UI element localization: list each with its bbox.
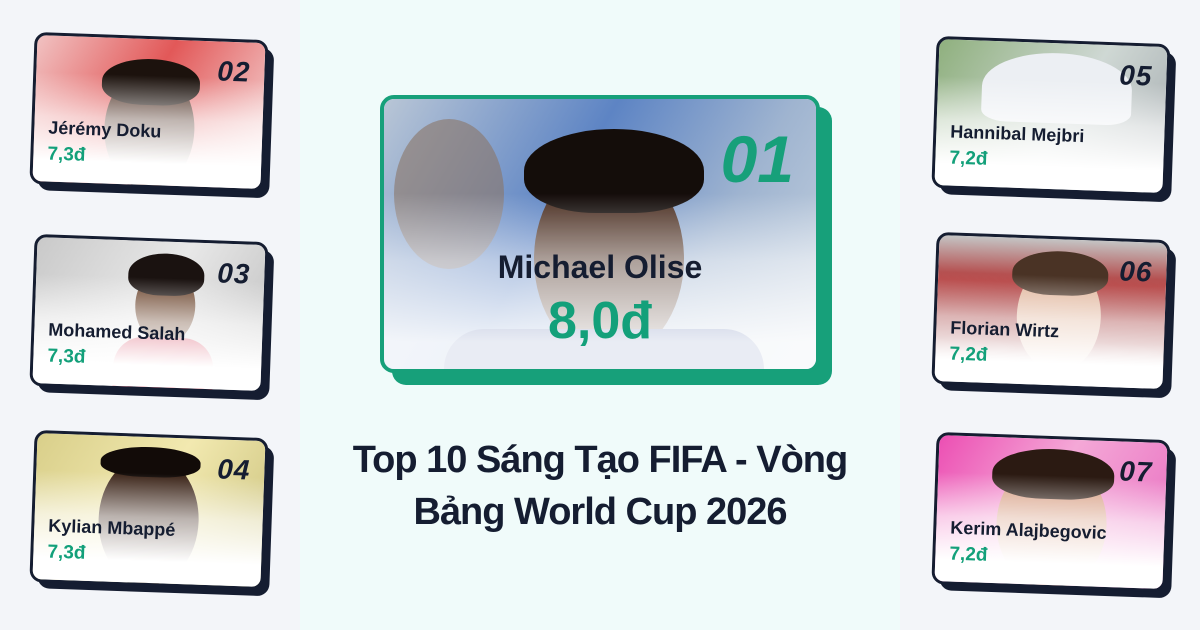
rank-number: 05	[1118, 59, 1153, 92]
player-name: Jérémy Doku	[48, 117, 162, 142]
player-score: 8,0đ	[547, 292, 653, 350]
card-face: 04 Kylian Mbappé 7,3đ	[29, 429, 269, 591]
player-card-06: 06 Florian Wirtz 7,2đ	[931, 231, 1177, 399]
player-card-04: 04 Kylian Mbappé 7,3đ	[29, 429, 275, 597]
card-face: 05 Hannibal Mejbri 7,2đ	[931, 35, 1171, 197]
player-card-05: 05 Hannibal Mejbri 7,2đ	[931, 35, 1177, 203]
card-face: 03 Mohamed Salah 7,3đ	[29, 233, 269, 395]
rank-number: 06	[1118, 255, 1153, 288]
player-name: Florian Wirtz	[950, 317, 1060, 342]
player-card-03: 03 Mohamed Salah 7,3đ	[29, 233, 275, 401]
card-face: 07 Kerim Alajbegovic 7,2đ	[931, 431, 1171, 593]
featured-player-card: 01 Michael Olise 8,0đ	[380, 95, 832, 385]
rank-number: 01	[720, 122, 794, 196]
player-score: 7,3đ	[47, 345, 86, 368]
card-face: 02 Jérémy Doku 7,3đ	[29, 31, 269, 193]
player-score: 7,2đ	[949, 343, 988, 366]
rank-number: 02	[216, 55, 251, 88]
card-face: 01 Michael Olise 8,0đ	[380, 95, 820, 373]
rank-number: 07	[1118, 455, 1153, 488]
page-title: Top 10 Sáng Tạo FIFA - Vòng Bảng World C…	[352, 439, 848, 533]
player-name: Kylian Mbappé	[48, 515, 176, 540]
player-score: 7,2đ	[949, 543, 988, 566]
rank-number: 03	[216, 257, 251, 290]
player-score: 7,3đ	[47, 143, 86, 166]
player-card-02: 02 Jérémy Doku 7,3đ	[29, 31, 275, 199]
player-score: 7,3đ	[47, 541, 86, 564]
player-score: 7,2đ	[949, 147, 988, 170]
rank-number: 04	[216, 453, 251, 486]
player-card-07: 07 Kerim Alajbegovic 7,2đ	[931, 431, 1177, 599]
player-name: Michael Olise	[497, 249, 703, 285]
card-face: 06 Florian Wirtz 7,2đ	[931, 231, 1171, 393]
